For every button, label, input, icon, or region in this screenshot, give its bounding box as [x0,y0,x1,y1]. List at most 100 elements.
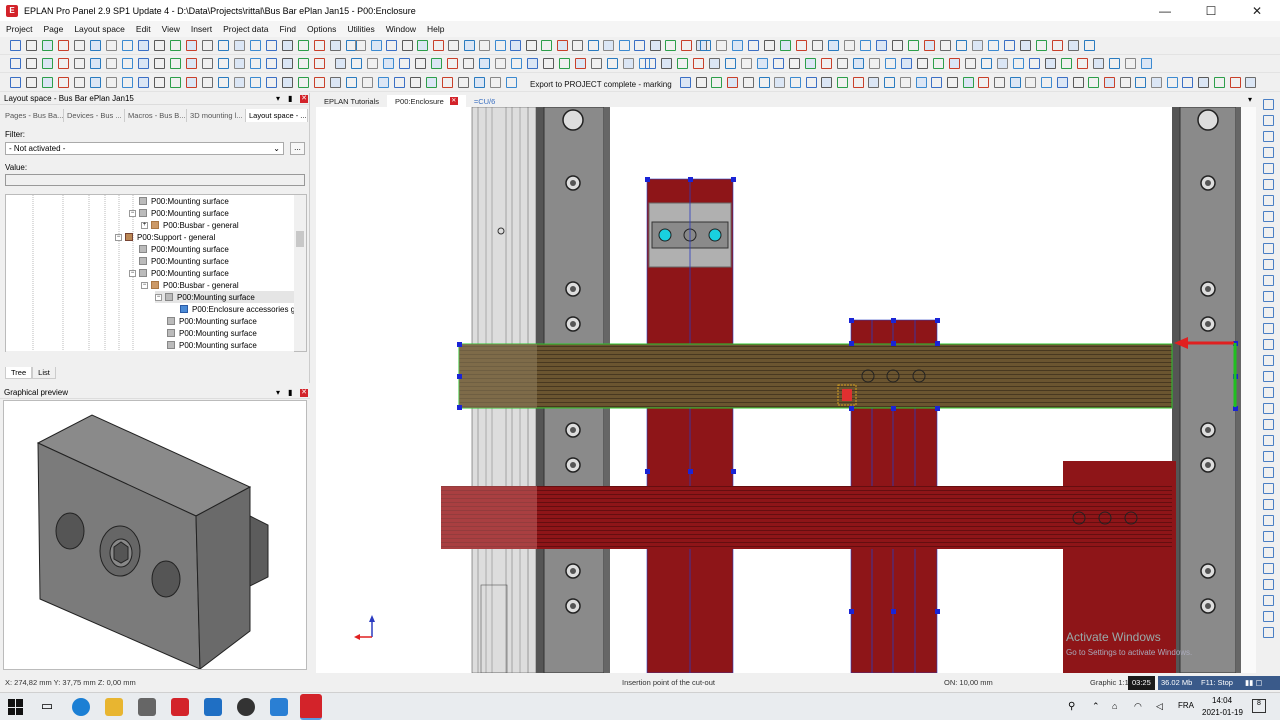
tree-horizontal-scrollbar[interactable] [6,351,294,361]
tab-3d-mounting[interactable]: 3D mounting l... [187,109,246,122]
value-input[interactable] [5,174,305,186]
tree-item[interactable]: P00:Mounting surface [167,327,257,339]
toolbar-button-icon[interactable] [796,40,807,51]
people-icon[interactable]: ⚲ [1068,701,1075,712]
toolbar-button-icon[interactable] [202,40,213,51]
toolbar-button-icon[interactable] [74,77,85,88]
toolbar-button-icon[interactable] [74,58,85,69]
grid-status[interactable]: ON: 10,00 mm [944,678,993,687]
toolbar-button-icon[interactable] [266,40,277,51]
toolbar-button-icon[interactable] [884,77,896,88]
toolbar-button-icon[interactable] [463,58,474,69]
toolbar-button-icon[interactable] [543,58,554,69]
drawing-tool-icon[interactable] [1263,435,1274,446]
toolbar-button-icon[interactable] [876,40,887,51]
toolbar-button-icon[interactable] [394,77,405,88]
toolbar-button-icon[interactable] [677,58,688,69]
export-project-button[interactable]: Export to PROJECT complete - marking [530,80,672,89]
toolbar-button-icon[interactable] [282,58,293,69]
toolbar-button-icon[interactable] [1213,77,1225,88]
tray-chevron-icon[interactable]: ⌃ [1092,701,1100,712]
toolbar-button-icon[interactable] [773,58,784,69]
toolbar-button-icon[interactable] [218,77,229,88]
toolbar-button-icon[interactable] [386,40,397,51]
toolbar-button-icon[interactable] [370,40,382,51]
toolbar-button-icon[interactable] [978,77,990,88]
tab-list[interactable]: List [32,367,56,379]
toolbar-button-icon[interactable] [170,77,181,88]
toolbar-button-icon[interactable] [711,77,723,88]
clock-time[interactable]: 14:04 [1212,696,1232,705]
toolbar-button-icon[interactable] [885,58,896,69]
toolbar-button-icon[interactable] [26,40,37,51]
toolbar-button-icon[interactable] [758,77,770,88]
toolbar-button-icon[interactable] [908,40,919,51]
toolbar-button-icon[interactable] [1182,77,1194,88]
toolbar-button-icon[interactable] [1072,77,1084,88]
calculator-icon[interactable] [138,698,156,716]
toolbar-button-icon[interactable] [298,40,309,51]
toolbar-button-icon[interactable] [26,58,37,69]
toolbar-button-icon[interactable] [106,58,117,69]
toolbar-button-icon[interactable] [645,58,656,69]
toolbar-button-icon[interactable] [899,77,911,88]
toolbar-button-icon[interactable] [1004,40,1015,51]
toolbar-button-icon[interactable] [138,77,149,88]
toolbar-button-icon[interactable] [603,40,614,51]
tab-cu6[interactable]: =CU/6 [466,95,503,107]
toolbar-button-icon[interactable] [853,58,864,69]
toolbar-button-icon[interactable] [58,77,69,88]
tab-enclosure[interactable]: P00:Enclosure ✕ [387,95,466,107]
toolbar-button-icon[interactable] [988,40,999,51]
tree-item[interactable]: P00:Mounting surface [167,339,257,351]
drawing-tool-icon[interactable] [1263,419,1274,430]
drawing-tool-icon[interactable] [1263,243,1274,254]
toolbar-button-icon[interactable] [426,77,437,88]
panel-dropdown-icon[interactable]: ▾ [276,94,280,103]
drawing-tool-icon[interactable] [1263,323,1274,334]
toolbar-button-icon[interactable] [956,40,967,51]
toolbar-button-icon[interactable] [572,40,583,51]
toolbar-button-icon[interactable] [997,58,1008,69]
toolbar-button-icon[interactable] [725,58,736,69]
toolbar-button-icon[interactable] [26,77,37,88]
toolbar-button-icon[interactable] [924,40,935,51]
language-indicator[interactable]: FRA [1178,701,1194,710]
drawing-tool-icon[interactable] [1263,483,1274,494]
toolbar-button-icon[interactable] [106,40,117,51]
toolbar-button-icon[interactable] [355,40,366,51]
toolbar-button-icon[interactable] [138,40,149,51]
tree-item[interactable]: − P00:Busbar - general [141,279,239,291]
tree-item[interactable]: P00:Mounting surface [139,195,229,207]
toolbar-button-icon[interactable] [837,58,848,69]
toolbar-button-icon[interactable] [1088,77,1100,88]
toolbar-button-icon[interactable] [1020,40,1031,51]
toolbar-button-icon[interactable] [1077,58,1088,69]
toolbar-button-icon[interactable] [559,58,570,69]
tree-item-selected[interactable]: − P00:Mounting surface [155,291,295,303]
toolbar-button-icon[interactable] [556,40,568,51]
collapse-icon[interactable]: − [115,233,122,241]
panel-close-icon[interactable]: ✕ [300,388,308,397]
drawing-tool-icon[interactable] [1263,227,1274,238]
toolbar-button-icon[interactable] [1025,77,1037,88]
toolbar-button-icon[interactable] [780,40,791,51]
scrollbar-thumb[interactable] [296,231,304,247]
menu-project[interactable]: Project [6,24,32,34]
drawing-tool-icon[interactable] [1263,339,1274,350]
wifi-icon[interactable]: ◠ [1134,701,1142,712]
toolbar-button-icon[interactable] [10,58,21,69]
toolbar-button-icon[interactable] [917,58,928,69]
toolbar-button-icon[interactable] [490,77,501,88]
collapse-icon[interactable]: − [129,269,136,277]
toolbar-button-icon[interactable] [432,40,444,51]
minimize-button[interactable]: — [1142,0,1188,21]
pin-icon[interactable]: ▮ [288,388,292,397]
toolbar-button-icon[interactable] [42,77,53,88]
maximize-button[interactable]: ☐ [1188,0,1234,21]
toolbar-button-icon[interactable] [362,77,373,88]
toolbar-button-icon[interactable] [933,58,944,69]
toolbar-button-icon[interactable] [575,58,586,69]
toolbar-button-icon[interactable] [1245,77,1257,88]
toolbar-button-icon[interactable] [680,77,691,88]
